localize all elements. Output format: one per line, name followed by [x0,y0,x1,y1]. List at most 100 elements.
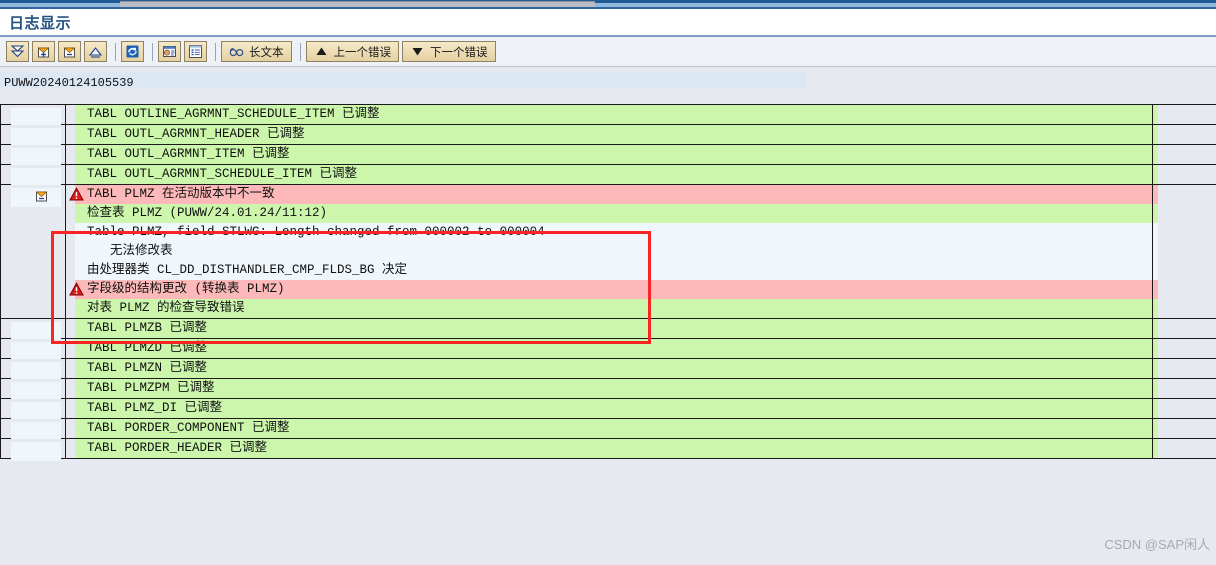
next-error-button-label: 下一个错误 [430,46,488,59]
expand-all-button[interactable] [6,41,29,62]
log-row[interactable]: 检查表 PLMZ (PUWW/24.01.24/11:12) [67,204,1216,223]
log-group[interactable]: TABL OUTL_AGRMNT_HEADER 已调整 [0,125,1216,147]
log-id-field[interactable]: PUWW20240124105539 [0,72,806,90]
log-group[interactable]: TABL PLMZ_DI 已调整 [0,399,1216,421]
log-gutter [0,185,66,318]
double-chevron-down-icon [10,44,25,59]
log-row-text: TABL OUTLINE_AGRMNT_SCHEDULE_ITEM 已调整 [87,107,380,121]
log-gutter [0,399,66,421]
log-row[interactable]: Table PLMZ, field STLWG: Length changed … [67,223,1216,242]
watermark: CSDN @SAP闲人 [1104,537,1210,552]
log-row[interactable]: TABL PLMZ 在活动版本中不一致 [67,185,1216,204]
warning-icon [69,282,84,296]
details-button[interactable] [158,41,181,62]
log-group[interactable]: TABL PLMZD 已调整 [0,339,1216,361]
log-row[interactable]: TABL PLMZN 已调整 [67,359,1216,378]
log-group[interactable]: TABL PLMZPM 已调整 [0,379,1216,401]
toolbar: 长文本 上一个错误 下一个错误 [0,37,1216,67]
collapse-all-button[interactable] [84,41,107,62]
log-rows: TABL OUTL_AGRMNT_HEADER 已调整 [67,125,1216,144]
log-group[interactable]: TABL OUTL_AGRMNT_SCHEDULE_ITEM 已调整 [0,165,1216,187]
log-column-divider [1152,379,1153,398]
log-rows: TABL PLMZ 在活动版本中不一致检查表 PLMZ (PUWW/24.01.… [67,185,1216,318]
expand-plus-icon [36,44,51,59]
log-row-background [75,242,1158,261]
log-rows: TABL PORDER_COMPONENT 已调整 [67,419,1216,438]
log-row[interactable]: TABL PLMZ_DI 已调整 [67,399,1216,418]
title-bar: 日志显示 [0,9,1216,35]
log-column-divider [1152,125,1153,144]
log-row-background [75,319,1158,338]
log-gutter [0,359,66,381]
log-group[interactable]: TABL OUTL_AGRMNT_ITEM 已调整 [0,145,1216,167]
toolbar-separator [152,42,153,61]
log-row[interactable]: TABL PLMZB 已调整 [67,319,1216,338]
log-row[interactable]: TABL OUTL_AGRMNT_HEADER 已调整 [67,125,1216,144]
log-group[interactable]: TABL PORDER_HEADER 已调整 [0,439,1216,461]
refresh-button[interactable] [121,41,144,62]
warning-icon [69,187,84,201]
log-row-text: 对表 PLMZ 的检查导致错误 [87,301,245,315]
log-row[interactable]: 无法修改表 [67,242,1216,261]
triangle-down-icon [410,44,425,59]
log-row-text: 字段级的结构更改 (转换表 PLMZ) [87,282,285,296]
log-column-divider [1152,185,1153,318]
list-button[interactable] [184,41,207,62]
log-row[interactable]: TABL PORDER_COMPONENT 已调整 [67,419,1216,438]
log-group[interactable]: TABL PLMZ 在活动版本中不一致检查表 PLMZ (PUWW/24.01.… [0,185,1216,319]
log-group[interactable]: TABL PORDER_COMPONENT 已调整 [0,419,1216,441]
log-column-divider [1152,165,1153,184]
log-row-text: TABL PLMZ_DI 已调整 [87,401,223,415]
expand-node-button[interactable] [32,41,55,62]
list-icon [188,44,203,59]
log-row[interactable]: TABL PLMZPM 已调整 [67,379,1216,398]
log-rows: TABL PLMZB 已调整 [67,319,1216,338]
log-gutter [0,165,66,187]
log-row[interactable]: 由处理器类 CL_DD_DISTHANDLER_CMP_FLDS_BG 决定 [67,261,1216,280]
log-column-divider [1152,439,1153,458]
log-rows: TABL OUTL_AGRMNT_ITEM 已调整 [67,145,1216,164]
log-group[interactable]: TABL PLMZB 已调整 [0,319,1216,341]
glasses-icon [229,44,244,59]
log-column-divider [1152,145,1153,164]
log-row[interactable]: TABL PORDER_HEADER 已调整 [67,439,1216,458]
collapse-node-button[interactable] [58,41,81,62]
log-row[interactable]: TABL OUTL_AGRMNT_ITEM 已调整 [67,145,1216,164]
log-column-divider [1152,419,1153,438]
log-row-text: TABL PLMZD 已调整 [87,341,208,355]
collapse-minus-icon [62,44,77,59]
log-gutter [0,125,66,147]
log-table[interactable]: TABL OUTLINE_AGRMNT_SCHEDULE_ITEM 已调整 TAB… [0,104,1216,565]
log-row-text: 检查表 PLMZ (PUWW/24.01.24/11:12) [87,206,328,220]
log-group[interactable]: TABL OUTLINE_AGRMNT_SCHEDULE_ITEM 已调整 [0,104,1216,127]
log-column-divider [1152,105,1153,124]
long-text-button[interactable]: 长文本 [221,41,292,62]
log-row[interactable]: 对表 PLMZ 的检查导致错误 [67,299,1216,318]
previous-error-button[interactable]: 上一个错误 [305,41,399,62]
log-group[interactable]: TABL PLMZN 已调整 [0,359,1216,381]
log-row-background [75,359,1158,378]
page-title: 日志显示 [9,15,72,32]
log-gutter [0,145,66,167]
log-column-divider [1152,399,1153,418]
chevron-up-icon [88,44,103,59]
next-error-button[interactable]: 下一个错误 [402,41,496,62]
log-column-divider [1152,319,1153,338]
log-row-text: TABL PLMZB 已调整 [87,321,208,335]
log-row-text: TABL PLMZ 在活动版本中不一致 [87,187,275,201]
log-row-text: TABL OUTL_AGRMNT_HEADER 已调整 [87,127,305,141]
log-row-text: TABL PLMZPM 已调整 [87,381,215,395]
previous-error-button-label: 上一个错误 [333,46,392,59]
log-row[interactable]: TABL OUTLINE_AGRMNT_SCHEDULE_ITEM 已调整 [67,105,1216,124]
log-row-background [75,339,1158,358]
log-row[interactable]: TABL OUTL_AGRMNT_SCHEDULE_ITEM 已调整 [67,165,1216,184]
log-row[interactable]: 字段级的结构更改 (转换表 PLMZ) [67,280,1216,299]
collapse-minus-icon[interactable] [34,188,50,203]
log-gutter [0,105,66,127]
long-text-button-label: 长文本 [249,46,284,59]
log-gutter [0,419,66,441]
log-row[interactable]: TABL PLMZD 已调整 [67,339,1216,358]
log-row-text: 无法修改表 [110,244,173,258]
log-row-text: TABL OUTL_AGRMNT_ITEM 已调整 [87,147,290,161]
log-row-text: TABL OUTL_AGRMNT_SCHEDULE_ITEM 已调整 [87,167,358,181]
